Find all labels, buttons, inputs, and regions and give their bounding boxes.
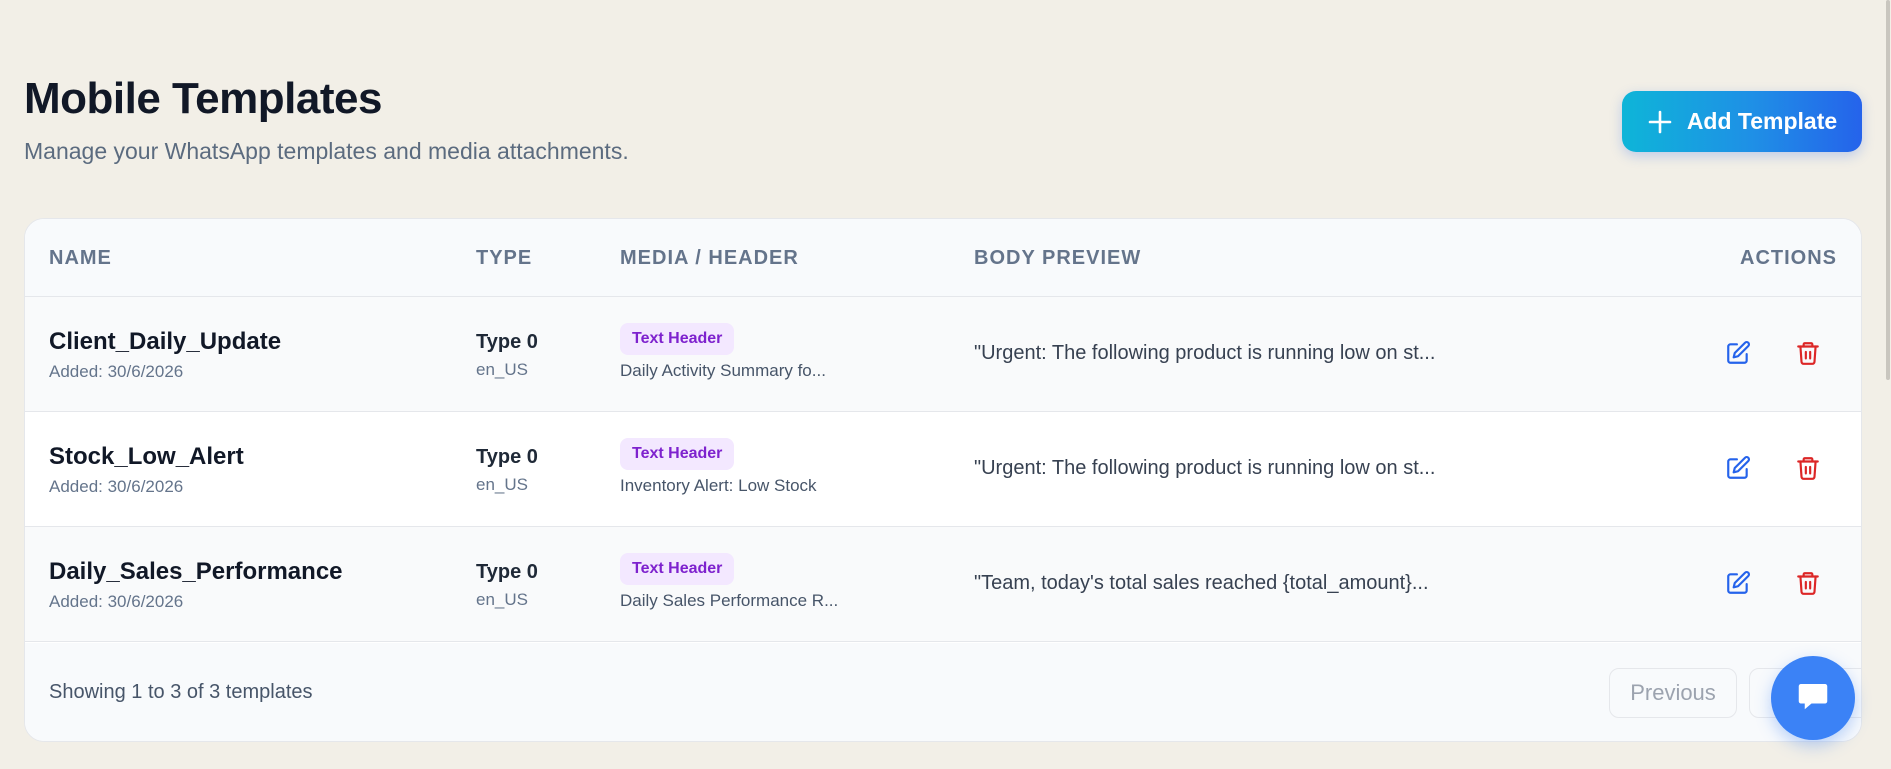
column-header-type: TYPE [476, 247, 533, 269]
template-locale: en_US [476, 475, 528, 494]
body-preview: "Urgent: The following product is runnin… [974, 457, 1436, 479]
templates-table: NAME TYPE MEDIA / HEADER BODY PREVIEW AC… [24, 218, 1862, 742]
header-type-badge: Text Header [620, 553, 735, 585]
template-type: Type 0 [476, 561, 538, 583]
templates-page: Mobile Templates Manage your WhatsApp te… [0, 0, 1891, 769]
template-name: Daily_Sales_Performance [49, 558, 343, 585]
body-preview: "Urgent: The following product is runnin… [974, 342, 1436, 364]
header-text: Inventory Alert: Low Stock [620, 476, 817, 495]
table-footer: Showing 1 to 3 of 3 templates Previous [25, 643, 1861, 741]
column-header-body-preview: BODY PREVIEW [974, 247, 1142, 269]
body-preview: "Team, today's total sales reached {tota… [974, 572, 1429, 594]
column-header-actions: ACTIONS [1740, 247, 1837, 269]
table-row: Stock_Low_Alert Added: 30/6/2026 Type 0 … [25, 412, 1861, 527]
body-preview-cell: "Team, today's total sales reached {tota… [974, 572, 1429, 595]
delete-button[interactable] [1788, 450, 1828, 490]
body-preview-cell: "Urgent: The following product is runnin… [974, 457, 1435, 480]
template-name: Stock_Low_Alert [49, 443, 244, 470]
trash-icon [1795, 340, 1821, 371]
template-media-cell: Text Header Daily Sales Performance R... [620, 553, 838, 611]
edit-icon [1725, 455, 1751, 486]
template-media-cell: Text Header Inventory Alert: Low Stock [620, 438, 817, 496]
template-type: Type 0 [476, 331, 538, 353]
template-name-cell: Client_Daily_Update Added: 30/6/2026 [49, 328, 281, 382]
table-body: Client_Daily_Update Added: 30/6/2026 Typ… [25, 297, 1861, 642]
template-type-cell: Type 0 en_US [476, 331, 538, 380]
table-row: Client_Daily_Update Added: 30/6/2026 Typ… [25, 297, 1861, 412]
header-text: Daily Activity Summary fo... [620, 361, 826, 380]
add-template-button[interactable]: Add Template [1622, 91, 1862, 152]
chat-button[interactable] [1771, 656, 1855, 740]
page-subtitle: Manage your WhatsApp templates and media… [24, 138, 629, 164]
header-text: Daily Sales Performance R... [620, 591, 839, 610]
edit-button[interactable] [1718, 565, 1758, 605]
template-type-cell: Type 0 en_US [476, 561, 538, 610]
edit-icon [1725, 340, 1751, 371]
table-header: NAME TYPE MEDIA / HEADER BODY PREVIEW AC… [25, 219, 1861, 297]
column-header-media: MEDIA / HEADER [620, 247, 799, 269]
template-name: Client_Daily_Update [49, 328, 282, 355]
previous-page-button[interactable]: Previous [1609, 668, 1737, 718]
scrollbar-thumb[interactable] [1886, 0, 1890, 380]
table-row: Daily_Sales_Performance Added: 30/6/2026… [25, 527, 1861, 642]
template-added-date: Added: 30/6/2026 [49, 592, 184, 611]
add-template-label: Add Template [1686, 108, 1838, 134]
edit-button[interactable] [1718, 450, 1758, 490]
delete-button[interactable] [1788, 335, 1828, 375]
header-type-badge: Text Header [620, 323, 735, 355]
pagination-summary: Showing 1 to 3 of 3 templates [49, 681, 313, 703]
template-added-date: Added: 30/6/2026 [49, 362, 184, 381]
page-title: Mobile Templates [24, 74, 382, 123]
template-name-cell: Stock_Low_Alert Added: 30/6/2026 [49, 443, 244, 497]
trash-icon [1795, 570, 1821, 601]
plus-icon [1647, 109, 1673, 135]
template-added-date: Added: 30/6/2026 [49, 477, 184, 496]
template-name-cell: Daily_Sales_Performance Added: 30/6/2026 [49, 558, 343, 612]
column-header-name: NAME [49, 247, 112, 269]
template-type: Type 0 [476, 446, 538, 468]
template-type-cell: Type 0 en_US [476, 446, 538, 495]
template-locale: en_US [476, 590, 528, 609]
header-type-badge: Text Header [620, 438, 735, 470]
template-media-cell: Text Header Daily Activity Summary fo... [620, 323, 826, 381]
body-preview-cell: "Urgent: The following product is runnin… [974, 342, 1435, 365]
edit-button[interactable] [1718, 335, 1758, 375]
delete-button[interactable] [1788, 565, 1828, 605]
chat-bubble-icon [1795, 678, 1831, 719]
edit-icon [1725, 570, 1751, 601]
trash-icon [1795, 455, 1821, 486]
template-locale: en_US [476, 360, 528, 379]
